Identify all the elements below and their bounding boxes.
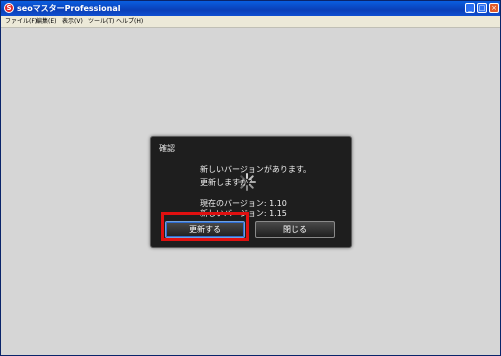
app-window: S seoマスターProfessional _ □ × ファイル(F) 編集(E… bbox=[0, 0, 501, 356]
close-window-button[interactable]: × bbox=[489, 3, 499, 13]
menu-tools[interactable]: ツール(T) bbox=[88, 16, 114, 27]
maximize-button[interactable]: □ bbox=[477, 3, 487, 13]
close-dialog-button[interactable]: 閉じる bbox=[255, 221, 335, 238]
menu-file[interactable]: ファイル(F) bbox=[5, 16, 37, 27]
title-bar[interactable]: S seoマスターProfessional _ □ × bbox=[1, 1, 500, 16]
menu-bar: ファイル(F) 編集(E) 表示(V) ツール(T) ヘルプ(H) bbox=[1, 16, 500, 28]
window-title: seoマスターProfessional bbox=[17, 4, 121, 13]
app-icon: S bbox=[4, 3, 14, 13]
menu-edit[interactable]: 編集(E) bbox=[36, 16, 56, 27]
menu-help[interactable]: ヘルプ(H) bbox=[116, 16, 143, 27]
minimize-button[interactable]: _ bbox=[465, 3, 475, 13]
menu-view[interactable]: 表示(V) bbox=[62, 16, 83, 27]
loading-spinner-icon bbox=[238, 173, 256, 191]
update-button-highlight bbox=[161, 212, 249, 241]
dialog-title: 確認 bbox=[159, 144, 175, 153]
